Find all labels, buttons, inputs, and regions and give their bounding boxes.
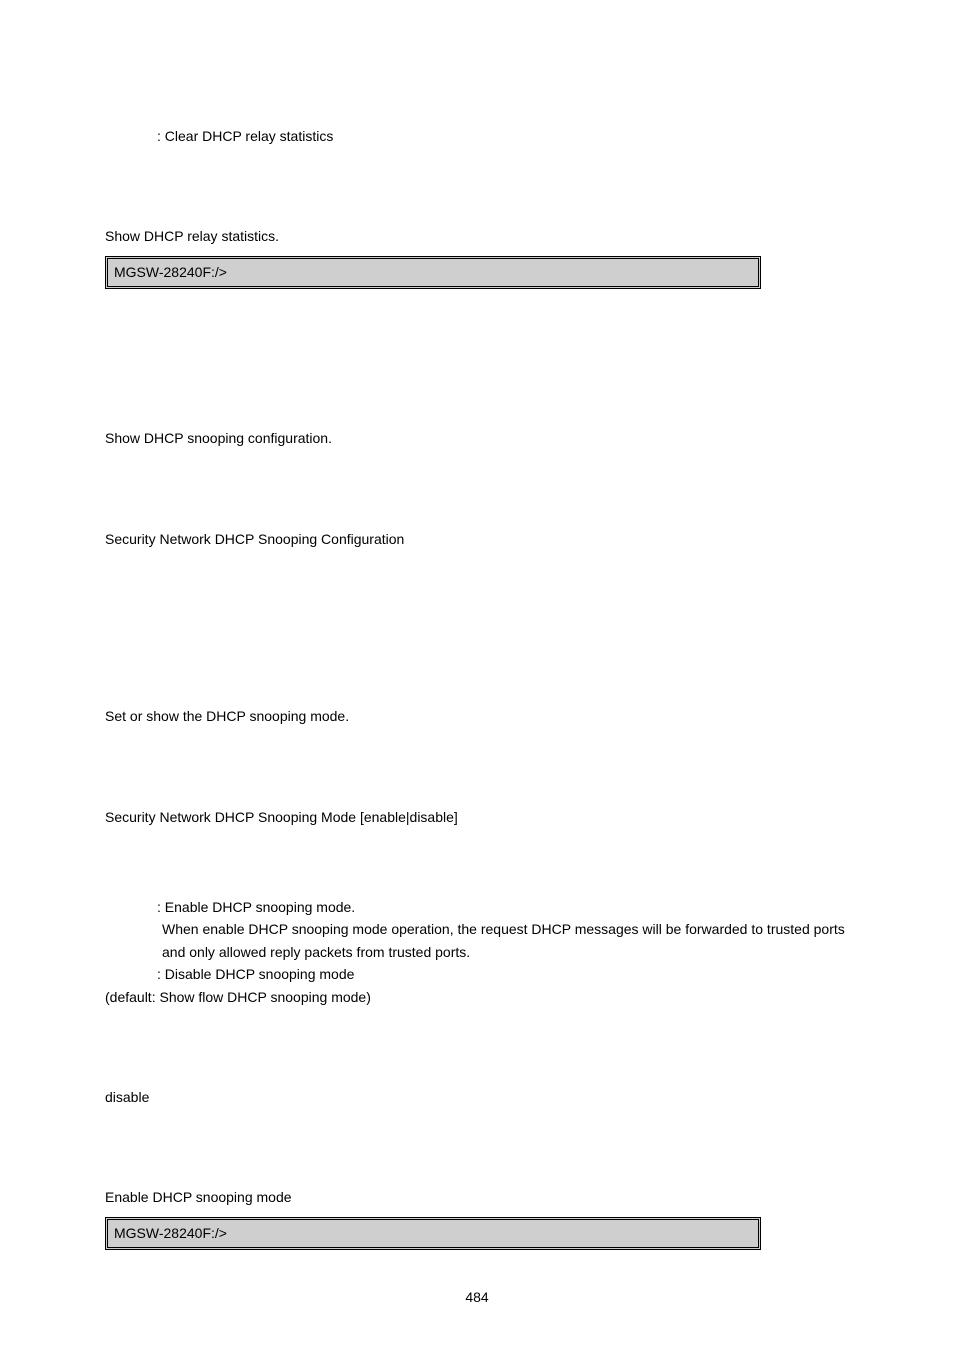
- example2-caption: Enable DHCP snooping mode: [105, 1186, 849, 1208]
- snoop-mode-syntax: Security Network DHCP Snooping Mode [ena…: [105, 806, 849, 828]
- snoop-mode-desc: Set or show the DHCP snooping mode.: [105, 705, 849, 727]
- snoop-conf-syntax: Security Network DHCP Snooping Configura…: [105, 528, 849, 550]
- default-note: (default: Show flow DHCP snooping mode): [105, 986, 849, 1008]
- param-enable-detail1: When enable DHCP snooping mode operation…: [105, 918, 849, 940]
- prompt-text-2: MGSW-28240F:/>: [114, 1225, 227, 1241]
- code-box-1: MGSW-28240F:/>: [105, 256, 761, 290]
- param-disable: : Disable DHCP snooping mode: [105, 963, 849, 985]
- param-clear-desc: : Clear DHCP relay statistics: [105, 125, 849, 147]
- param-enable: : Enable DHCP snooping mode.: [105, 896, 849, 918]
- prompt-text: MGSW-28240F:/>: [114, 264, 227, 280]
- example1-caption: Show DHCP relay statistics.: [105, 225, 849, 247]
- code-box-2: MGSW-28240F:/>: [105, 1217, 761, 1251]
- param-enable-detail2: and only allowed reply packets from trus…: [105, 941, 849, 963]
- page-number: 484: [0, 1289, 954, 1305]
- snoop-conf-desc: Show DHCP snooping configuration.: [105, 427, 849, 449]
- page-content: : Clear DHCP relay statistics Show DHCP …: [0, 0, 954, 1250]
- default-value: disable: [105, 1086, 849, 1108]
